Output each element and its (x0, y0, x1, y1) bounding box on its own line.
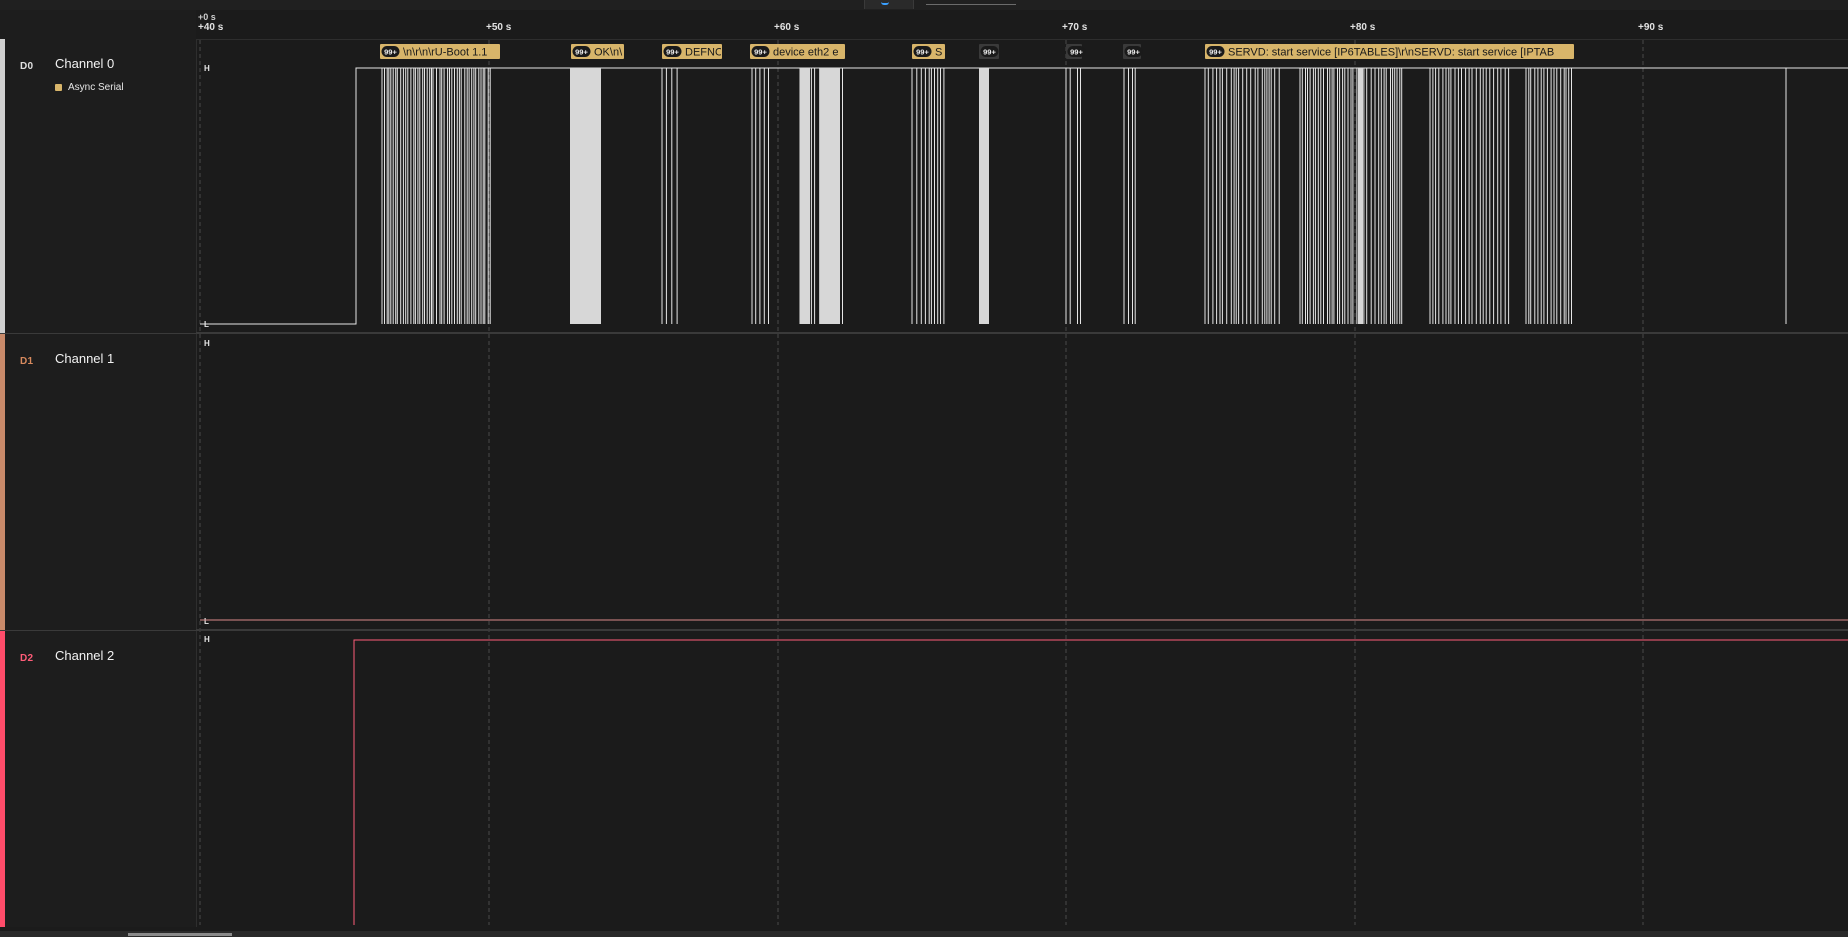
annotation-chip[interactable]: 99+ \n\r\n\rU-Boot 1.1 (380, 44, 500, 59)
decoded-annotations[interactable]: 99+ \n\r\n\rU-Boot 1.1 99+ OK\n\ 99+ DEFNO 99+… (380, 44, 1574, 59)
annotation-text: OK\n\ (594, 47, 623, 59)
annotation-count: 99+ (754, 48, 767, 57)
annotation-count: 99+ (1209, 48, 1222, 57)
channel-0-name[interactable]: Channel 0 (55, 56, 114, 71)
channel-2-name[interactable]: Channel 2 (55, 648, 114, 663)
horizontal-scrollbar[interactable] (0, 931, 1848, 937)
annotation-chip[interactable]: 99+ OK\n\ (571, 44, 624, 59)
dense-pulse-block (583, 68, 592, 324)
channel-0-panel[interactable]: D0 Channel 0 Async Serial (0, 39, 196, 334)
dense-pulse-block (1358, 68, 1363, 324)
channel-1-panel[interactable]: D1 Channel 1 (0, 334, 196, 631)
annotation-text: S (935, 47, 942, 59)
channel-1-color-bar (0, 334, 5, 630)
annotation-count: 99+ (1127, 48, 1140, 57)
channel-1-low-label: L (204, 617, 209, 626)
channel-0-trace: H L (200, 64, 1848, 329)
annotation-count: 99+ (983, 48, 996, 57)
dense-pulse-block (800, 68, 810, 324)
analyzer-color-icon (55, 83, 62, 91)
annotation-text: device eth2 e (773, 47, 838, 59)
annotation-chip[interactable]: 99+ device eth2 e (750, 44, 845, 59)
channel-1-name[interactable]: Channel 1 (55, 351, 114, 366)
channel-2-signal (353, 639, 1848, 925)
scrollbar-thumb[interactable] (128, 933, 232, 936)
annotation-chip[interactable]: 99+ (1123, 44, 1143, 59)
annotation-chip[interactable]: 99+ (1066, 44, 1086, 59)
annotation-count: 99+ (575, 48, 588, 57)
channel-2-panel[interactable]: D2 Channel 2 (0, 631, 196, 927)
channel-1-id: D1 (20, 356, 34, 367)
analyzer-label: Async Serial (68, 82, 124, 93)
channel-sidebar: D0 Channel 0 Async Serial D1 Channel 1 D… (0, 10, 197, 927)
channel-0-pulses (381, 68, 1787, 324)
channel-1-high-label: H (204, 339, 210, 348)
annotation-chip[interactable]: 99+ (979, 44, 999, 59)
channel-2-color-bar (0, 631, 5, 927)
waveform-area[interactable]: H L 99+ \n\r\n\rU-Boot 1.1 99+ OK\n\ 99+ DEFN… (196, 0, 1848, 930)
channel-0-color-bar (0, 39, 5, 333)
channel-2-high-label: H (204, 635, 210, 644)
annotation-count: 99+ (666, 48, 679, 57)
annotation-chip[interactable]: 99+ DEFNO (662, 44, 724, 59)
annotation-chip[interactable]: 99+ S (912, 44, 945, 59)
dense-pulse-block (979, 68, 989, 324)
annotation-count: 99+ (1070, 48, 1083, 57)
channel-1-trace: H L (200, 339, 1848, 626)
annotation-text: DEFNO (685, 47, 724, 59)
channel-2-id: D2 (20, 653, 34, 664)
dense-pulse-block (820, 68, 840, 324)
channel-0-high-label: H (204, 64, 210, 73)
annotation-text: \n\r\n\rU-Boot 1.1 (403, 47, 487, 59)
annotation-text: SERVD: start service [IP6TABLES]\r\nSERV… (1228, 47, 1554, 59)
annotation-count: 99+ (384, 48, 397, 57)
channel-2-trace: H (204, 635, 1848, 925)
annotation-chip[interactable]: 99+ SERVD: start service [IP6TABLES]\r\nS… (1205, 44, 1574, 59)
annotation-count: 99+ (916, 48, 929, 57)
channel-0-id: D0 (20, 61, 34, 72)
async-serial-analyzer[interactable]: Async Serial (55, 82, 124, 93)
